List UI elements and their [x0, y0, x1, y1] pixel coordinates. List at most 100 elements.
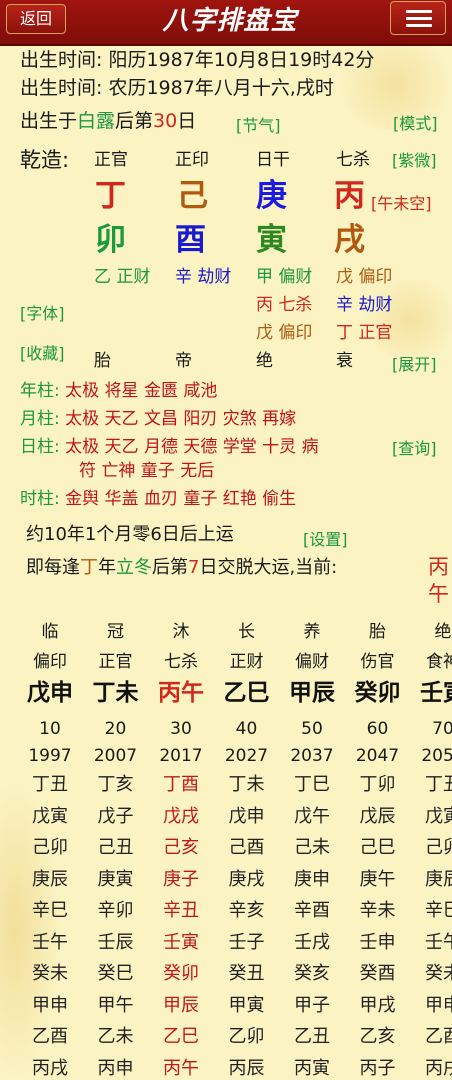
liunian-cell: 乙卯 [228, 1026, 265, 1047]
shensha-hour-label: 时柱: [20, 489, 66, 509]
liunian-cell: 己卯 [32, 837, 68, 858]
liunian-cell: 戊辰 [359, 805, 396, 827]
liunian-cell: 丁巳 [294, 774, 330, 795]
liunian-cell: 丙午 [163, 1057, 199, 1079]
liunian-cell: 庚申 [294, 868, 330, 890]
dayun-pillar[interactable]: 丙午 [148, 677, 214, 709]
branch-year: 卯 [95, 222, 126, 258]
dayun-pillar[interactable]: 乙巳 [214, 677, 280, 709]
settings-button[interactable]: [设置] [303, 526, 348, 550]
stage-month: 帝 [175, 351, 192, 371]
liunian-cell: 戊寅 [32, 805, 68, 827]
jieqi-button[interactable]: [节气] [236, 112, 281, 136]
liunian-cell: 辛未 [359, 900, 396, 921]
dayun-ten-god: 食神 [426, 652, 452, 672]
shensha-hour: 时柱: 金舆 华盖 血刃 童子 红艳 偷生 [20, 488, 296, 510]
lunar-birth-line: 出生时间: 农历1987年八月十六,戌时 [20, 76, 334, 100]
hamburger-icon[interactable] [390, 1, 446, 35]
hidden-stem: 辛 劫财 [336, 295, 393, 315]
ten-god-month: 正印 [175, 150, 209, 170]
liunian-cell: 乙酉 [425, 1026, 452, 1047]
liunian-cell: 甲午 [97, 994, 134, 1016]
liunian-cell: 壬午 [425, 931, 452, 953]
dayun-pillar[interactable]: 癸卯 [345, 677, 411, 709]
dayun-age: 50 [301, 719, 323, 739]
dayun-stage: 胎 [369, 622, 386, 642]
hidden-stem: 丙 七杀 [256, 295, 313, 315]
dayun-pillar[interactable]: 戊申 [17, 677, 83, 709]
dragon-decoration [360, 280, 452, 360]
favorite-button[interactable]: [收藏] [20, 340, 65, 364]
liunian-cell: 癸巳 [97, 963, 134, 984]
mode-button[interactable]: [模式] [393, 110, 438, 134]
shensha-day-value: 太极 天乙 月德 天德 学堂 十灵 病 [65, 437, 319, 457]
hidden-stem: 甲 偏财 [256, 267, 313, 287]
jieqi-day: 30 [153, 110, 178, 132]
liunian-cell: 癸酉 [359, 963, 396, 984]
liunian-cell: 丁酉 [163, 774, 199, 795]
dayun-start-year: 2057 [421, 746, 452, 766]
expand-button[interactable]: [展开] [392, 351, 437, 375]
shensha-year-label: 年柱: [20, 381, 66, 401]
liunian-cell: 丙申 [97, 1057, 134, 1079]
stem-hour: 丙 [334, 178, 365, 214]
dayun-ten-god: 正官 [98, 652, 133, 672]
shensha-hour-value: 金舆 华盖 血刃 童子 红艳 偷生 [65, 489, 297, 509]
liunian-cell: 丁卯 [359, 774, 396, 795]
dayun-stage: 长 [238, 622, 255, 642]
kongwang-button[interactable]: [午未空] [371, 190, 432, 214]
dayun-stage: 养 [303, 622, 321, 642]
liunian-cell: 丁丑 [32, 774, 68, 795]
branch-month: 酉 [175, 222, 206, 258]
back-button[interactable]: 返回 [6, 4, 66, 34]
stem-year: 丁 [95, 178, 126, 214]
dayun-stage: 沐 [172, 622, 190, 642]
dayun-pillar[interactable]: 壬寅 [410, 677, 452, 709]
rule-part-b: 年 [98, 557, 116, 578]
liunian-cell: 庚戌 [228, 868, 265, 890]
shensha-day: 日柱: 太极 天乙 月德 天德 学堂 十灵 病 [20, 436, 319, 458]
liunian-cell: 己卯 [425, 837, 452, 858]
dayun-ten-god: 正财 [229, 652, 264, 672]
liunian-cell: 甲戌 [359, 994, 396, 1016]
ten-god-day: 日干 [256, 150, 290, 170]
dayun-pillar[interactable]: 丁未 [83, 677, 149, 709]
shensha-year-value: 太极 将星 金匮 咸池 [65, 381, 218, 401]
dayun-age: 30 [170, 719, 192, 739]
query-button[interactable]: [查询] [392, 435, 437, 459]
liunian-cell: 甲申 [32, 994, 68, 1016]
dayun-stage: 绝 [434, 622, 452, 642]
qianzao-label: 乾造: [20, 148, 70, 172]
liunian-cell: 戊午 [294, 805, 330, 827]
liunian-cell: 丙戌 [425, 1057, 452, 1079]
current-dayun-stem: 丙 [428, 555, 449, 579]
liunian-cell: 壬申 [359, 931, 396, 953]
shensha-month-value: 太极 天乙 文昌 阳刃 灾煞 再嫁 [65, 409, 297, 429]
jieqi-suffix: 日 [177, 110, 197, 132]
liunian-cell: 乙亥 [359, 1026, 396, 1047]
dayun-ten-god: 偏财 [295, 652, 329, 672]
hidden-stem: 戊 偏印 [256, 323, 313, 343]
liunian-cell: 壬午 [32, 931, 68, 953]
shensha-year: 年柱: 太极 将星 金匮 咸池 [20, 380, 217, 402]
liunian-cell: 己未 [294, 837, 330, 858]
solar-birth-line: 出生时间: 阳历1987年10月8日19时42分 [20, 48, 374, 72]
rule-stem: 丁 [80, 557, 98, 578]
lunar-label: 出生时间: [20, 77, 109, 99]
liunian-cell: 癸未 [425, 963, 452, 984]
liunian-cell: 庚辰 [32, 868, 68, 890]
liunian-cell: 己巳 [359, 837, 396, 858]
liunian-cell: 丙辰 [228, 1057, 265, 1079]
dayun-pillar[interactable]: 甲辰 [279, 677, 345, 709]
liunian-cell: 壬戌 [294, 931, 330, 953]
liunian-cell: 癸未 [32, 963, 68, 984]
liunian-cell: 庚辰 [425, 868, 452, 890]
liunian-cell: 壬辰 [97, 931, 134, 953]
ziwei-button[interactable]: [紫微] [392, 147, 437, 171]
liunian-cell: 壬寅 [163, 931, 199, 953]
liunian-cell: 壬子 [228, 931, 265, 953]
font-button[interactable]: [字体] [20, 300, 65, 324]
liunian-cell: 癸丑 [228, 963, 265, 984]
liunian-cell: 甲子 [294, 994, 330, 1016]
stem-month: 己 [177, 178, 208, 214]
